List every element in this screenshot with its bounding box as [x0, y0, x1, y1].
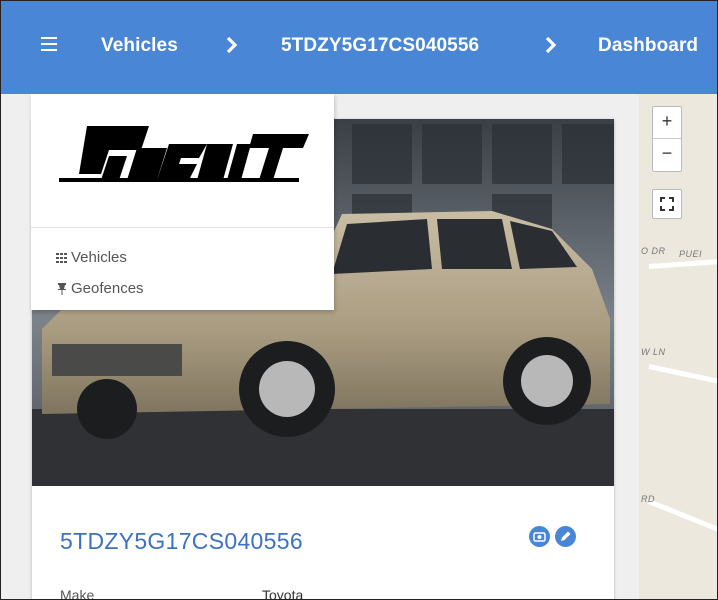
- menu-divider: [31, 227, 334, 228]
- vehicle-vin-title: 5TDZY5G17CS040556: [60, 528, 303, 554]
- map-road: [648, 499, 717, 538]
- fullscreen-button[interactable]: [652, 189, 682, 219]
- map-street-label: W LN: [641, 347, 666, 357]
- zoom-in-button[interactable]: +: [653, 107, 681, 139]
- menu-item-vehicles[interactable]: Vehicles: [56, 249, 127, 266]
- field-label-make: Make: [60, 587, 95, 600]
- grid-icon: [56, 252, 67, 263]
- chevron-right-icon: [545, 36, 557, 54]
- camera-button[interactable]: [529, 526, 550, 547]
- map-road: [648, 364, 717, 388]
- field-value-make: Toyota: [262, 587, 304, 600]
- camera-icon: [533, 532, 546, 542]
- breadcrumb-vehicle-vin[interactable]: 5TDZY5G17CS040556: [281, 35, 479, 57]
- pin-icon: [58, 282, 66, 295]
- zoom-control: + −: [652, 106, 682, 172]
- map-road: [648, 257, 717, 269]
- edit-button[interactable]: [555, 526, 576, 547]
- side-menu: Vehicles Geofences: [31, 94, 334, 310]
- map-street-label: RD: [641, 494, 655, 504]
- pencil-icon: [561, 531, 571, 541]
- breadcrumb-vehicles[interactable]: Vehicles: [101, 35, 178, 57]
- fullscreen-icon: [660, 197, 674, 211]
- chevron-right-icon: [226, 36, 238, 54]
- menu-item-label: Geofences: [71, 280, 144, 297]
- map-street-label: PUEI: [679, 249, 703, 259]
- zoom-out-button[interactable]: −: [653, 139, 681, 170]
- top-app-bar: Vehicles 5TDZY5G17CS040556 Dashboard: [1, 1, 717, 94]
- map-street-label: O DR: [641, 246, 666, 256]
- app-frame: O DR PUEI W LN RD + − 5TDZY5G17CS040556 …: [0, 0, 718, 600]
- breadcrumb-dashboard: Dashboard: [598, 35, 699, 56]
- hamburger-menu-icon[interactable]: [41, 37, 57, 51]
- pursuit-logo[interactable]: [57, 122, 309, 194]
- menu-item-label: Vehicles: [71, 249, 127, 266]
- menu-item-geofences[interactable]: Geofences: [56, 280, 144, 297]
